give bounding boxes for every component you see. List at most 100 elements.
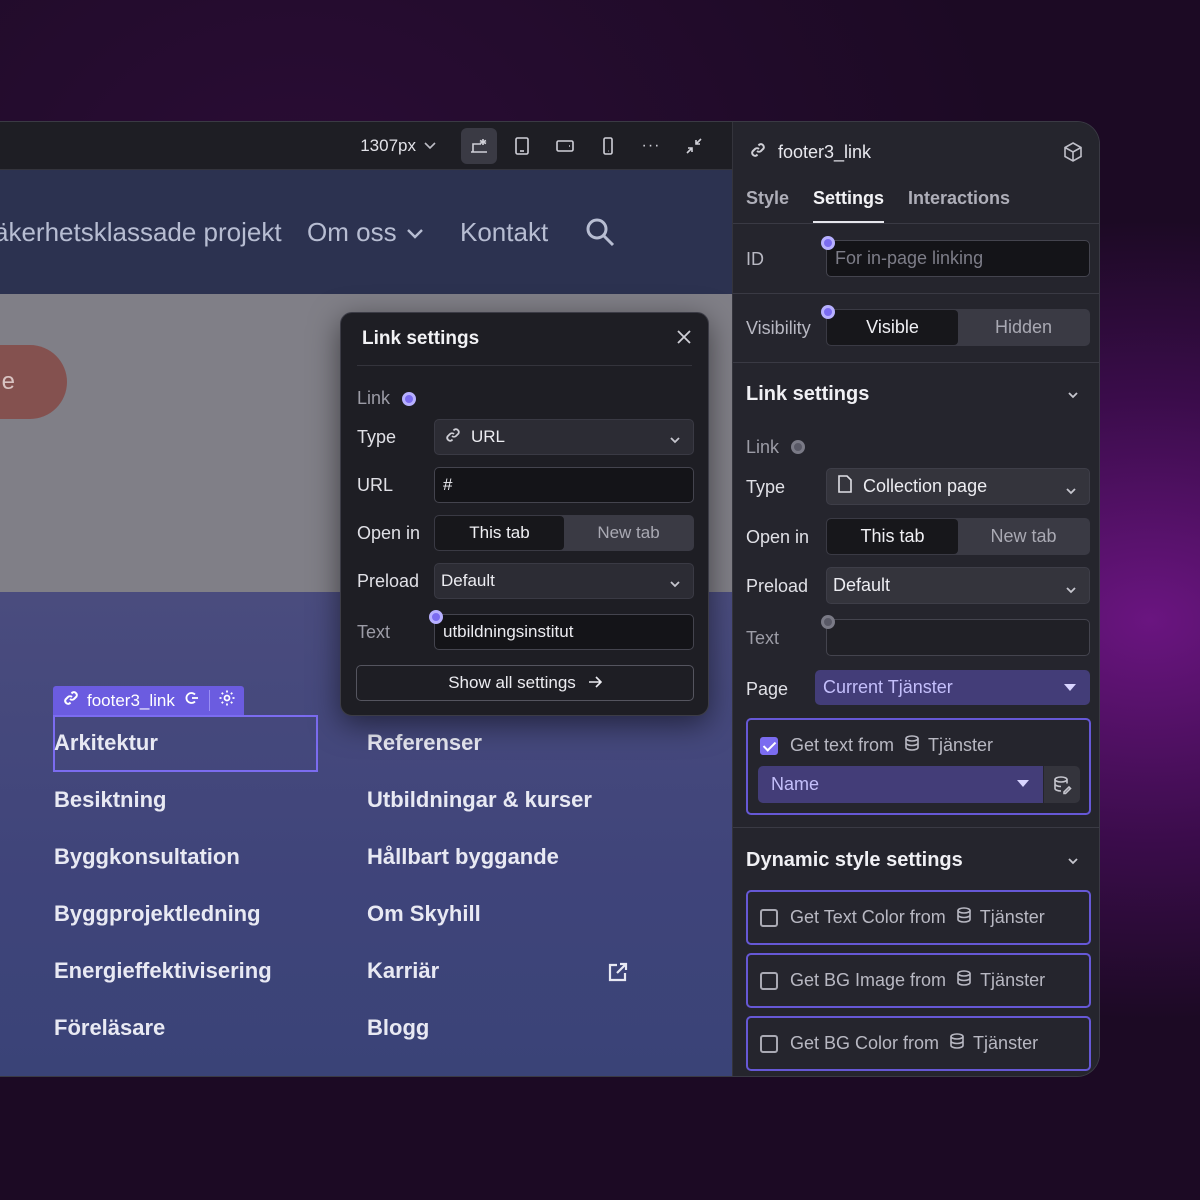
tab-interactions[interactable]: Interactions [908, 188, 1010, 209]
binding-dot-icon[interactable] [821, 236, 835, 250]
open-in-toggle: This tab New tab [434, 515, 694, 551]
text-label: Text [357, 622, 391, 642]
visible-option[interactable]: Visible [827, 310, 958, 345]
get-text-color-checkbox[interactable] [760, 908, 778, 927]
page-select[interactable]: Current Tjänster [815, 670, 1090, 705]
show-all-settings-button[interactable]: Show all settings [356, 665, 694, 701]
get-bg-image-checkbox[interactable] [760, 971, 778, 990]
selected-element-tag[interactable]: footer3_link [53, 686, 244, 715]
tab-style[interactable]: Style [746, 188, 789, 209]
designer-window: 1307px ··· äkerhetsklassade projekt Om o… [0, 122, 1099, 1076]
collapse-icon[interactable] [676, 128, 712, 164]
database-icon [946, 970, 980, 991]
width-chevron-down-icon[interactable] [424, 139, 436, 153]
type-label: Type [746, 477, 786, 497]
dynamic-bg-color-box: Get BG Color from Tjänster [746, 1016, 1091, 1071]
url-label: URL [357, 475, 394, 495]
nav-link-projects[interactable]: äkerhetsklassade projekt [0, 217, 282, 248]
link-icon [63, 690, 87, 711]
selected-element-name: footer3_link [87, 690, 175, 710]
nav-link-contact[interactable]: Kontakt [460, 217, 548, 248]
type-select[interactable]: Collection page [826, 468, 1090, 505]
text-label: Text [746, 628, 780, 648]
database-icon [946, 907, 980, 928]
footer-link[interactable]: Arkitektur [54, 730, 158, 756]
footer-link[interactable]: Karriär [367, 958, 439, 984]
footer-link[interactable]: Energieffektivisering [54, 958, 272, 984]
type-label: Type [357, 427, 397, 447]
text-input[interactable] [826, 619, 1090, 656]
footer-link[interactable]: Byggprojektledning [54, 901, 261, 927]
footer-link[interactable]: Föreläsare [54, 1015, 165, 1041]
desktop-breakpoint-icon[interactable] [461, 127, 497, 164]
hero-button[interactable]: e [0, 345, 67, 419]
open-in-label: Open in [357, 523, 421, 543]
component-cube-icon[interactable] [1062, 141, 1084, 168]
preload-select[interactable]: Default [826, 567, 1090, 604]
hidden-option[interactable]: Hidden [958, 310, 1089, 345]
component-icon[interactable] [183, 689, 201, 712]
nav-link-about[interactable]: Om oss [307, 217, 397, 248]
binding-dot-icon[interactable] [791, 440, 805, 454]
chevron-down-icon [1065, 481, 1077, 502]
link-icon [750, 142, 778, 163]
get-bg-color-checkbox[interactable] [760, 1034, 778, 1053]
mobile-landscape-breakpoint-icon[interactable] [547, 128, 583, 164]
get-text-checkbox[interactable] [760, 736, 778, 755]
footer-link[interactable]: Blogg [367, 1015, 429, 1041]
page-icon [835, 475, 863, 498]
database-icon [939, 1033, 973, 1054]
footer-link[interactable]: Besiktning [54, 787, 166, 813]
dynamic-style-heading: Dynamic style settings [746, 849, 963, 871]
binding-dot-icon[interactable] [821, 615, 835, 629]
preload-label: Preload [357, 571, 420, 591]
text-binding-box: Get text from Tjänster Name [746, 718, 1091, 815]
binding-dot-icon[interactable] [402, 391, 417, 406]
page-label: Page [746, 679, 789, 699]
chevron-down-icon[interactable] [1067, 388, 1079, 406]
mobile-portrait-breakpoint-icon[interactable] [590, 128, 626, 164]
search-icon[interactable] [584, 216, 616, 253]
open-this-tab-option[interactable]: This tab [827, 519, 958, 554]
type-select[interactable]: URL [434, 419, 694, 455]
database-edit-icon[interactable] [1044, 766, 1080, 803]
close-icon[interactable] [676, 329, 692, 350]
open-new-tab-option[interactable]: New tab [564, 516, 693, 550]
site-navbar: äkerhetsklassade projekt Om oss Kontakt [0, 170, 732, 294]
footer-link[interactable]: Utbildningar & kurser [367, 787, 592, 813]
footer-link[interactable]: Byggkonsultation [54, 844, 240, 870]
name-field-select[interactable]: Name [758, 766, 1043, 803]
popup-title: Link settings [362, 328, 480, 349]
tab-settings[interactable]: Settings [813, 188, 884, 209]
more-options-icon[interactable]: ··· [633, 128, 669, 164]
chevron-down-icon [669, 431, 681, 451]
url-input[interactable]: # [434, 467, 694, 503]
visibility-toggle: Visible Hidden [826, 309, 1090, 346]
active-tab-indicator [813, 221, 884, 223]
chevron-down-icon[interactable] [406, 226, 424, 245]
binding-dot-icon[interactable] [429, 610, 443, 624]
id-input[interactable]: For in-page linking [826, 240, 1090, 277]
dynamic-text-color-box: Get Text Color from Tjänster [746, 890, 1091, 945]
footer-link[interactable]: Hållbart byggande [367, 844, 559, 870]
footer-link[interactable]: Referenser [367, 730, 482, 756]
caret-down-icon [1017, 780, 1029, 787]
preload-select[interactable]: Default [434, 563, 694, 599]
id-label: ID [746, 249, 764, 269]
open-in-label: Open in [746, 527, 810, 547]
arrow-right-icon [588, 673, 602, 693]
settings-panel: footer3_link Style Settings Interactions… [732, 122, 1099, 1076]
link-settings-heading: Link settings [746, 383, 870, 405]
text-input[interactable]: utbildningsinstitut [434, 614, 694, 650]
chevron-down-icon[interactable] [1067, 854, 1079, 872]
tablet-breakpoint-icon[interactable] [504, 128, 540, 164]
preload-label: Preload [746, 576, 809, 596]
open-this-tab-option[interactable]: This tab [435, 516, 564, 550]
binding-dot-icon[interactable] [821, 305, 835, 319]
gear-icon[interactable] [218, 689, 236, 712]
canvas-width-label[interactable]: 1307px [360, 136, 416, 156]
link-settings-popup: Link settings Link Type URL URL # Open i… [340, 312, 709, 716]
open-in-toggle: This tab New tab [826, 518, 1090, 555]
footer-link[interactable]: Om Skyhill [367, 901, 481, 927]
open-new-tab-option[interactable]: New tab [958, 519, 1089, 554]
